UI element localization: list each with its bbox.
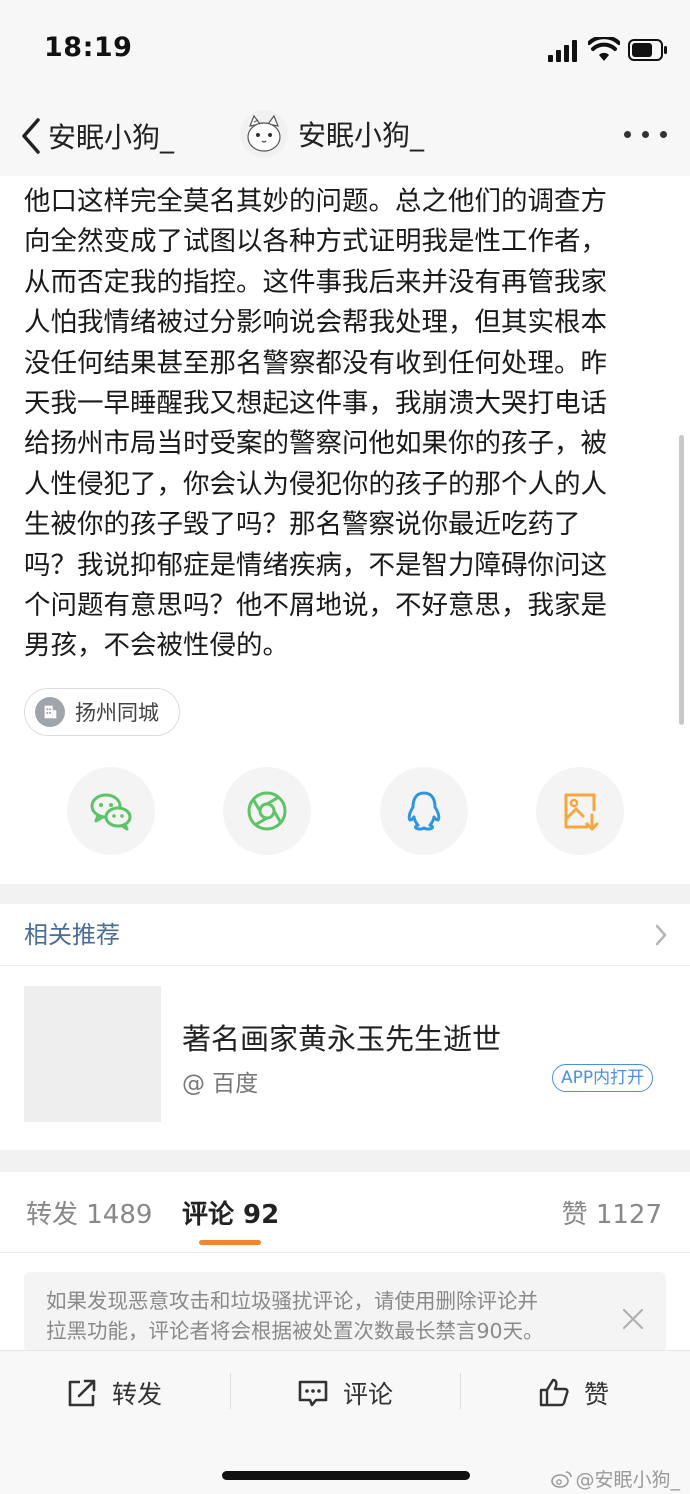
battery-icon bbox=[628, 39, 667, 61]
repost-icon bbox=[68, 1379, 96, 1407]
post-body-text: 他口这样完全莫名其妙的问题。总之他们的调查方 向全然变成了试图以各种方式证明我是… bbox=[24, 186, 607, 662]
status-bar: 18:19 bbox=[0, 0, 690, 100]
back-button[interactable]: 安眠小狗_ bbox=[18, 114, 174, 158]
building-icon bbox=[35, 697, 65, 727]
watermark-text: @安眠小狗_ bbox=[575, 1469, 680, 1491]
related-section-title: 相关推荐 bbox=[24, 921, 120, 949]
thumbs-up-icon bbox=[539, 1378, 569, 1407]
section-gap bbox=[0, 884, 690, 904]
share-qq-button[interactable] bbox=[380, 767, 468, 855]
divider bbox=[230, 1373, 231, 1409]
nav-profile[interactable]: 安眠小狗_ bbox=[240, 110, 424, 158]
moments-icon bbox=[247, 791, 287, 831]
cat-avatar-icon bbox=[240, 110, 288, 158]
more-options-button[interactable] bbox=[620, 118, 670, 148]
related-thumbnail bbox=[24, 986, 161, 1122]
active-tab-indicator bbox=[199, 1240, 261, 1245]
qq-icon bbox=[407, 791, 441, 831]
open-in-app-button[interactable]: APP内打开 bbox=[552, 1064, 654, 1092]
home-indicator[interactable] bbox=[222, 1471, 470, 1480]
location-label: 扬州同城 bbox=[75, 701, 159, 725]
related-source: @ 百度 bbox=[182, 1071, 259, 1097]
related-headline: 著名画家黄永玉先生逝世 bbox=[182, 1022, 502, 1056]
avatar[interactable] bbox=[240, 110, 288, 158]
repost-label: 转发 bbox=[112, 1380, 163, 1409]
watermark: @安眠小狗_ bbox=[551, 1465, 680, 1492]
tab-comments[interactable]: 评论 92 bbox=[182, 1194, 279, 1231]
save-image-icon bbox=[564, 793, 599, 831]
divider bbox=[460, 1373, 461, 1409]
comment-notice: 如果发现恶意攻击和垃圾骚扰评论，请使用删除评论并 拉黑功能，评论者将会根据被处置… bbox=[24, 1272, 666, 1352]
comment-label: 评论 bbox=[343, 1380, 394, 1409]
repost-button[interactable]: 转发 bbox=[66, 1373, 162, 1413]
back-label: 安眠小狗_ bbox=[48, 121, 175, 154]
wifi-icon bbox=[588, 37, 620, 61]
notice-text: 如果发现恶意攻击和垃圾骚扰评论，请使用删除评论并 拉黑功能，评论者将会根据被处置… bbox=[46, 1289, 544, 1343]
scrollbar[interactable] bbox=[679, 435, 684, 725]
share-wechat-button[interactable] bbox=[67, 767, 155, 855]
nav-title: 安眠小狗_ bbox=[298, 119, 425, 152]
share-moments-button[interactable] bbox=[223, 767, 311, 855]
like-label: 赞 bbox=[584, 1380, 610, 1409]
chevron-right-icon[interactable] bbox=[653, 922, 669, 948]
chevron-left-icon bbox=[22, 118, 40, 154]
like-button[interactable]: 赞 bbox=[538, 1373, 609, 1413]
scrolled-text-fragment bbox=[24, 162, 664, 176]
tab-likes[interactable]: 赞 1127 bbox=[562, 1194, 662, 1231]
weibo-logo-icon bbox=[551, 1470, 573, 1488]
bottom-action-bar: 转发 评论 赞 @安眠小狗_ bbox=[0, 1350, 690, 1494]
section-gap bbox=[0, 1150, 690, 1172]
tab-reposts[interactable]: 转发 1489 bbox=[26, 1194, 152, 1231]
divider bbox=[0, 1252, 690, 1253]
save-image-button[interactable] bbox=[536, 767, 624, 855]
close-icon[interactable] bbox=[620, 1306, 646, 1332]
cellular-signal-icon bbox=[548, 40, 577, 62]
location-tag[interactable]: 扬州同城 bbox=[24, 688, 180, 736]
status-time: 18:19 bbox=[44, 32, 133, 63]
divider bbox=[0, 965, 690, 966]
wechat-icon bbox=[90, 793, 132, 831]
comment-button[interactable]: 评论 bbox=[297, 1373, 393, 1413]
comment-icon bbox=[298, 1380, 328, 1407]
interaction-tabs: 转发 1489 评论 92 赞 1127 bbox=[0, 1172, 690, 1252]
